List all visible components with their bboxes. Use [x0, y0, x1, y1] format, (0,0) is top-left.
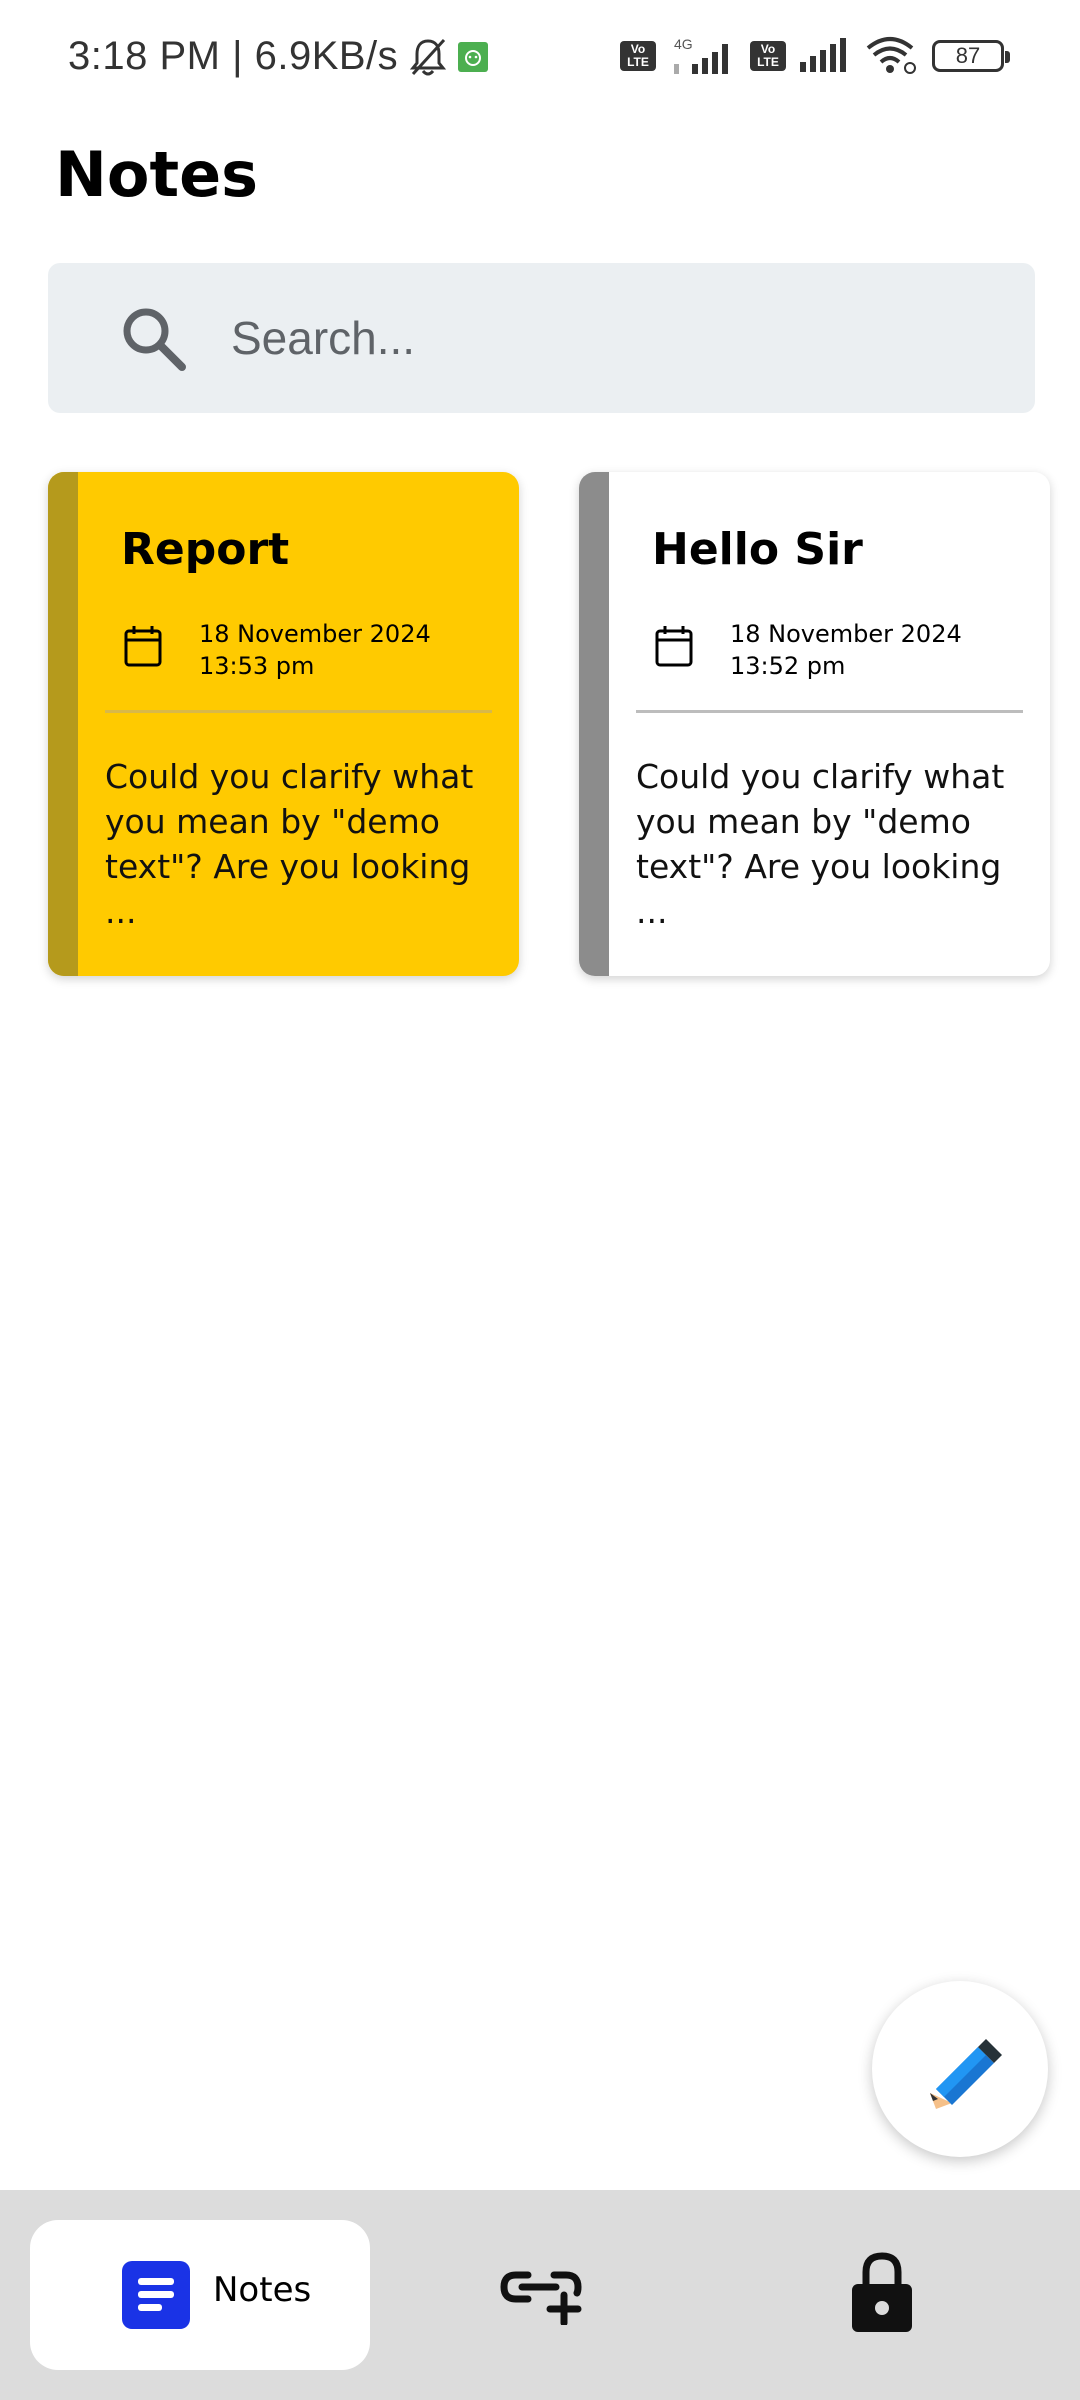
nav-item-label: Notes	[213, 2270, 312, 2310]
add-link-icon[interactable]	[500, 2265, 582, 2325]
calendar-icon	[124, 626, 162, 667]
note-time: 13:52 pm	[730, 652, 846, 680]
note-title: Hello Sir	[652, 524, 863, 575]
status-time-speed: 3:18 PM | 6.9KB/s	[68, 34, 399, 78]
battery-indicator: 87	[932, 40, 1010, 72]
wifi-icon	[866, 37, 916, 74]
new-note-button[interactable]	[872, 1981, 1048, 2157]
note-divider	[105, 710, 492, 713]
signal-4g-icon: 4G	[674, 36, 728, 74]
status-bar: 3:18 PM | 6.9KB/s Vo LTE 4G Vo LTE 87	[0, 0, 1080, 120]
status-right: Vo LTE 4G Vo LTE 87	[620, 36, 1010, 76]
search-icon	[123, 308, 186, 371]
nav-item-notes[interactable]: Notes	[30, 2220, 370, 2370]
app-notification-icon	[458, 41, 489, 72]
search-input[interactable]	[231, 303, 1011, 373]
note-title: Report	[121, 524, 290, 575]
note-time: 13:53 pm	[199, 652, 315, 680]
search-bar[interactable]	[48, 263, 1035, 413]
volte-icon: Vo LTE	[620, 41, 656, 71]
bottom-nav: Notes	[0, 2190, 1080, 2400]
note-card-report[interactable]: Report 18 November 2024 13:53 pm Could y…	[48, 472, 519, 976]
volte-icon-2: Vo LTE	[750, 41, 786, 71]
note-color-stripe	[579, 472, 609, 976]
note-date: 18 November 2024	[199, 620, 431, 648]
note-datetime: 18 November 2024 13:53 pm	[199, 618, 431, 682]
note-datetime: 18 November 2024 13:52 pm	[730, 618, 962, 682]
note-preview: Could you clarify what you mean by "demo…	[105, 757, 474, 931]
notes-icon	[122, 2261, 190, 2329]
calendar-icon	[655, 626, 693, 667]
note-date: 18 November 2024	[730, 620, 962, 648]
note-color-stripe	[48, 472, 78, 976]
page-title: Notes	[55, 138, 259, 211]
note-card-hello-sir[interactable]: Hello Sir 18 November 2024 13:52 pm Coul…	[579, 472, 1050, 976]
lock-icon[interactable]	[850, 2250, 914, 2334]
note-preview: Could you clarify what you mean by "demo…	[636, 757, 1005, 931]
pencil-icon	[930, 2039, 1002, 2109]
note-divider	[636, 710, 1023, 713]
signal-icon	[800, 38, 846, 72]
network-label: 4G	[674, 36, 693, 52]
status-left: 3:18 PM | 6.9KB/s	[68, 34, 489, 79]
battery-level: 87	[955, 43, 981, 68]
bell-off-icon	[410, 38, 447, 75]
